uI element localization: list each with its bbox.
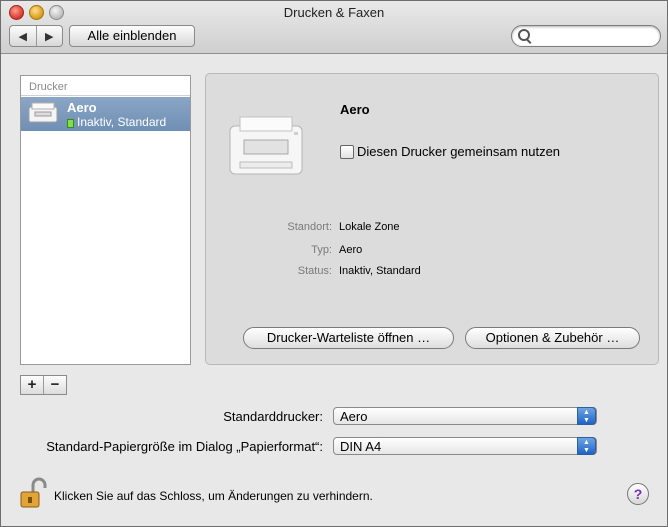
status-label: Status:: [297, 265, 332, 277]
back-arrow-icon: ◀: [18, 30, 27, 43]
popup-arrows-icon: ▲ ▼: [577, 437, 596, 455]
forward-button[interactable]: ▶: [37, 26, 63, 46]
share-printer-label[interactable]: Diesen Drucker gemeinsam nutzen: [357, 144, 560, 159]
add-printer-button[interactable]: +: [21, 376, 44, 394]
add-remove-control: + −: [20, 375, 67, 395]
share-printer-checkbox[interactable]: [340, 145, 354, 159]
lock-message: Klicken Sie auf das Schloss, um Änderung…: [54, 489, 373, 503]
default-printer-label: Standarddrucker:: [223, 409, 323, 424]
remove-printer-button[interactable]: −: [44, 376, 66, 394]
lock-icon[interactable]: [19, 477, 47, 509]
printer-list-item-aero[interactable]: Aero Inaktiv, Standard: [21, 97, 190, 131]
status-value: Inaktiv, Standard: [339, 265, 421, 277]
default-printer-value: Aero: [340, 409, 368, 424]
printer-icon: [28, 102, 58, 123]
default-paper-size-select[interactable]: DIN A4 ▲ ▼: [333, 437, 597, 455]
search-icon: [518, 29, 530, 41]
default-paper-size-value: DIN A4: [340, 439, 382, 454]
location-value: Lokale Zone: [339, 221, 400, 233]
printer-list[interactable]: Drucker Aero Inaktiv, Standard: [20, 75, 191, 365]
default-paper-size-label: Standard-Papiergröße im Dialog „Papierfo…: [46, 439, 323, 454]
printer-detail-panel: Aero Diesen Drucker gemeinsam nutzen Sta…: [205, 73, 659, 365]
printer-list-header: Drucker: [21, 76, 190, 96]
back-button[interactable]: ◀: [10, 26, 37, 46]
title-bar: Drucken & Faxen ◀ ▶ Alle einblenden: [1, 1, 667, 54]
search-field[interactable]: [511, 25, 661, 47]
preferences-window: Drucken & Faxen ◀ ▶ Alle einblenden Druc…: [0, 0, 668, 527]
search-input[interactable]: [534, 28, 656, 45]
status-indicator-icon: [67, 119, 74, 128]
printer-status: Inaktiv, Standard: [77, 115, 167, 129]
detail-printer-name: Aero: [340, 102, 370, 117]
open-print-queue-button[interactable]: Drucker-Warteliste öffnen …: [243, 327, 454, 349]
printer-name: Aero: [67, 100, 97, 115]
type-label: Typ:: [311, 244, 332, 256]
location-label: Standort:: [287, 221, 332, 233]
forward-arrow-icon: ▶: [45, 30, 54, 43]
help-button[interactable]: ?: [627, 483, 649, 505]
window-title: Drucken & Faxen: [283, 5, 385, 20]
options-supplies-button[interactable]: Optionen & Zubehör …: [465, 327, 640, 349]
popup-arrows-icon: ▲ ▼: [577, 407, 596, 425]
show-all-button[interactable]: Alle einblenden: [69, 25, 195, 47]
type-value: Aero: [339, 244, 363, 256]
history-nav: ◀ ▶: [9, 25, 63, 47]
printer-large-icon: [229, 116, 303, 175]
default-printer-select[interactable]: Aero ▲ ▼: [333, 407, 597, 425]
